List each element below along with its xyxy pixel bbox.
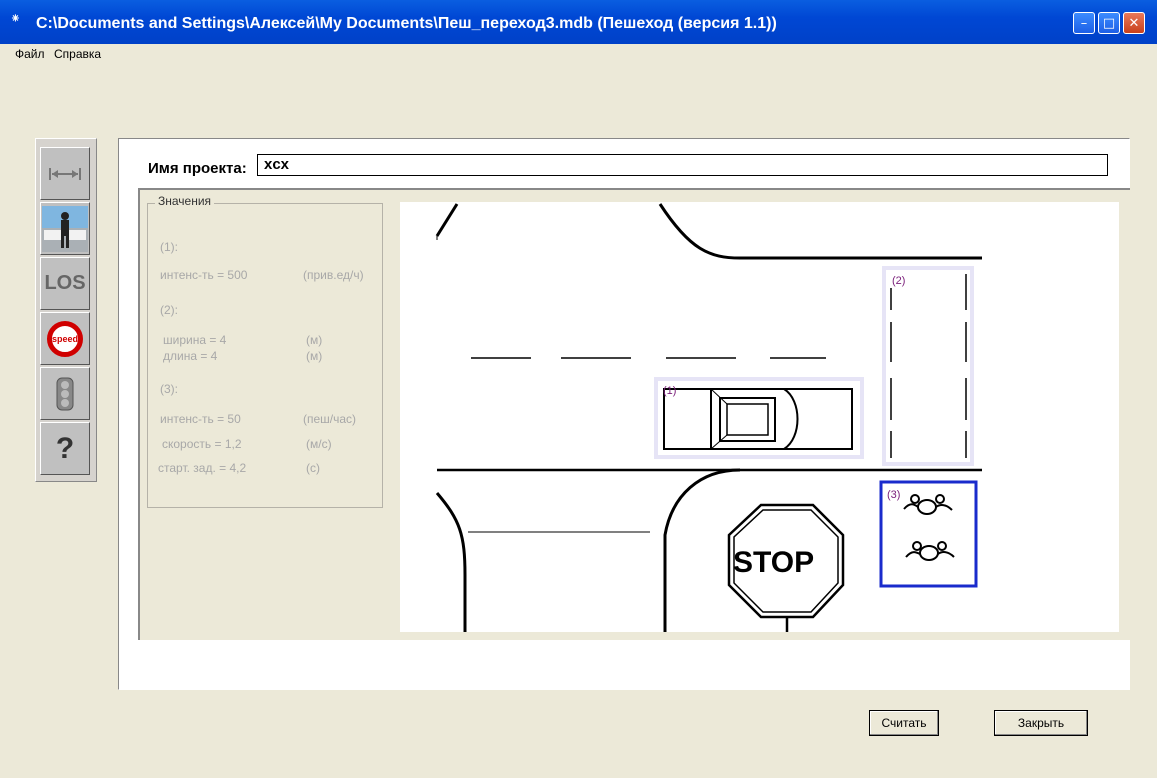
pedestrian-speed-label: скорость = 1,2 (162, 437, 242, 451)
speed-sign-label: speed (52, 333, 79, 344)
pedestrian-intensity-label: интенс-ть = 50 (160, 412, 241, 426)
help-tool-button[interactable]: ? (40, 422, 90, 475)
speed-sign-icon: speed (47, 320, 83, 357)
values-group-title: Значения (155, 194, 215, 208)
crosswalk-length-unit: (м) (306, 349, 323, 363)
car-marker (654, 377, 864, 459)
pedestrian-intensity-unit: (пеш/час) (303, 412, 357, 426)
pedestrian-tool-button[interactable] (40, 202, 90, 255)
tool-palette: LOS speed ? (35, 138, 97, 482)
project-name-input[interactable]: xcx (257, 154, 1108, 176)
intersection-canvas[interactable]: (1) (2) (3) STOP (400, 202, 1119, 632)
crosswalk-marker (882, 266, 974, 466)
stop-sign-text: STOP (733, 546, 815, 579)
menu-bar: Файл Справка (0, 44, 1157, 64)
crosswalk-length-label: длина = 4 (163, 349, 218, 363)
maximize-button[interactable]: □ (1098, 12, 1120, 34)
crosswalk-marker-label: (2) (892, 275, 906, 287)
menu-file[interactable]: Файл (15, 47, 45, 61)
distance-icon (49, 167, 81, 180)
help-icon: ? (55, 431, 75, 465)
crosswalk-width-label: ширина = 4 (163, 333, 227, 347)
los-tool-button[interactable]: LOS (40, 257, 90, 310)
menu-help[interactable]: Справка (54, 47, 101, 61)
los-icon: LOS (44, 272, 86, 294)
car-intensity-label: интенс-ть = 500 (160, 268, 248, 282)
minimize-button[interactable]: – (1073, 12, 1095, 34)
pedestrian-speed-unit: (м/с) (306, 437, 332, 451)
window-title: C:\Documents and Settings\Алексей\My Doc… (36, 15, 777, 32)
crosswalk-width-unit: (м) (306, 333, 323, 347)
start-delay-unit: (с) (306, 461, 320, 475)
close-button[interactable]: Закрыть (994, 710, 1088, 736)
start-delay-label: старт. зад. = 4,2 (158, 461, 247, 475)
read-button[interactable]: Считать (869, 710, 939, 736)
distance-tool-button[interactable] (40, 147, 90, 200)
section-2-label: (2): (160, 303, 178, 317)
pedestrians-marker-label: (3) (887, 489, 901, 501)
car-intensity-unit: (прив.ед/ч) (303, 268, 364, 282)
pedestrian-photo-icon (42, 205, 88, 252)
section-1-label: (1): (160, 240, 178, 254)
traffic-light-icon (56, 377, 74, 410)
car-marker-label: (1) (663, 385, 677, 397)
speed-tool-button[interactable]: speed (40, 312, 90, 365)
traffic-light-tool-button[interactable] (40, 367, 90, 420)
project-name-label: Имя проекта: (148, 160, 247, 177)
app-icon: ⁕ (10, 12, 21, 27)
close-window-button[interactable]: ✕ (1123, 12, 1145, 34)
title-bar: ⁕ C:\Documents and Settings\Алексей\My D… (0, 0, 1157, 44)
section-3-label: (3): (160, 382, 178, 396)
